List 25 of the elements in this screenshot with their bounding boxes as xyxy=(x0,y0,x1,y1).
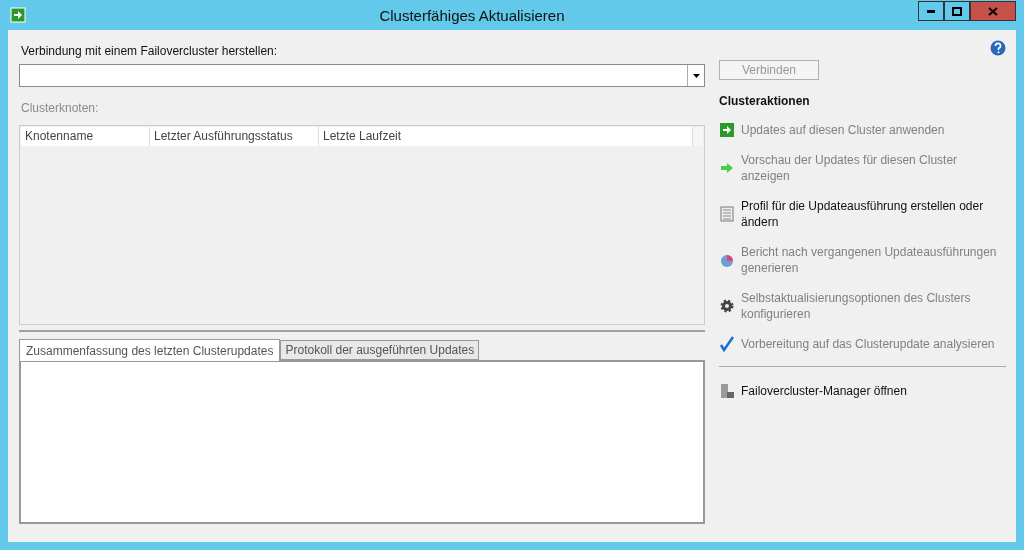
maximize-button[interactable] xyxy=(944,1,970,21)
action-link[interactable]: Failovercluster-Manager öffnen xyxy=(741,383,907,399)
help-icon[interactable] xyxy=(990,40,1006,56)
arrow-icon xyxy=(719,160,735,176)
connect-label: Verbindung mit einem Failovercluster herstellen: xyxy=(21,44,279,58)
pie-chart-icon xyxy=(719,252,735,268)
actions-heading: Clusteraktionen xyxy=(719,94,811,108)
dropdown-icon xyxy=(692,73,700,78)
close-icon xyxy=(988,6,998,16)
checkmark-icon xyxy=(719,336,735,352)
close-button[interactable] xyxy=(970,1,1016,21)
minimize-icon xyxy=(927,9,935,13)
tab[interactable]: Protokoll der ausgeführten Updates xyxy=(280,340,480,360)
action-link[interactable]: Profil für die Updateausführung erstellen oder ändern xyxy=(741,198,1006,230)
app-icon xyxy=(10,7,26,23)
server-icon xyxy=(719,383,735,399)
maximize-icon xyxy=(952,6,962,16)
gear-icon xyxy=(719,298,735,314)
window-title: Clusterfähiges Aktualisieren xyxy=(378,6,566,24)
nodes-label: Clusterknoten: xyxy=(21,101,100,115)
document-icon xyxy=(719,206,735,222)
apply-icon xyxy=(719,122,735,138)
cluster-combo-box[interactable] xyxy=(19,64,705,87)
minimize-button[interactable] xyxy=(918,1,944,21)
tab[interactable]: Zusammenfassung des letzten Clusterupdates xyxy=(19,339,281,361)
